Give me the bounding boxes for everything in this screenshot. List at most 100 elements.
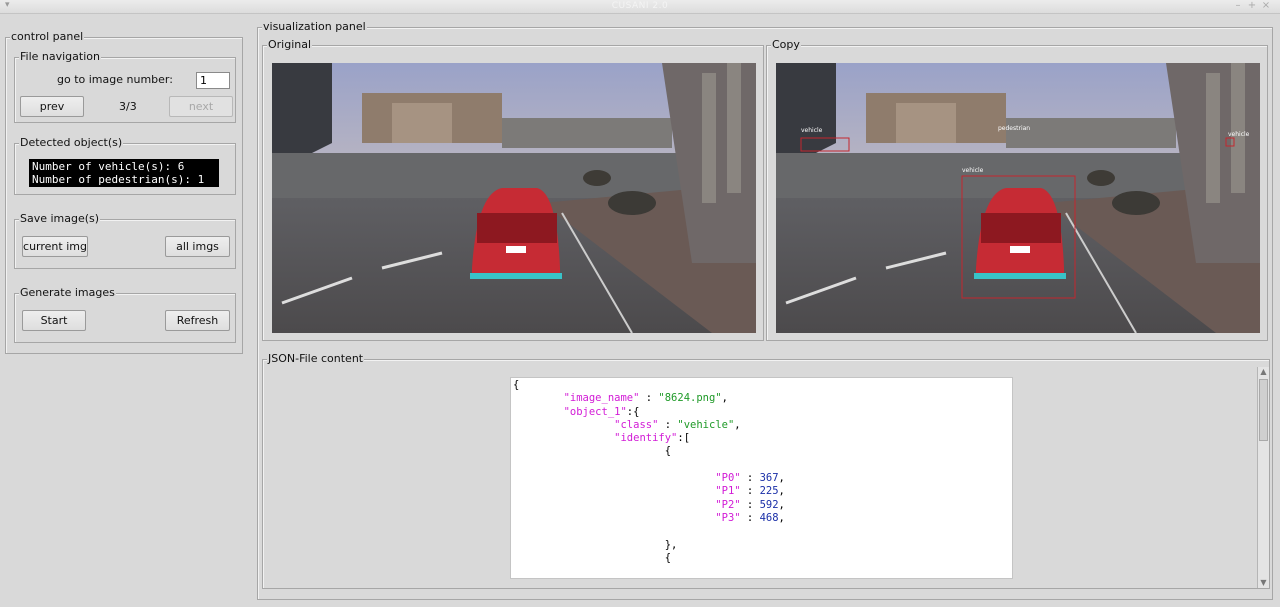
json-token: 225 — [759, 485, 779, 498]
image-counter: 3/3 — [119, 100, 137, 113]
json-line — [513, 565, 1010, 578]
save-images-title: Save image(s) — [19, 212, 101, 226]
json-line — [513, 459, 1010, 472]
copy-scene-svg: vehicle pedestrian vehicle vehicle — [776, 63, 1260, 333]
control-panel: control panel File navigation go to imag… — [5, 30, 243, 354]
json-token: , — [778, 511, 785, 524]
original-image-group: Original — [262, 38, 764, 341]
json-token: :[ — [677, 432, 691, 445]
goto-image-label: go to image number: — [57, 73, 173, 86]
json-token: { — [513, 551, 672, 564]
next-button[interactable]: next — [169, 96, 233, 117]
save-current-img-button[interactable]: current img — [22, 236, 88, 257]
json-line — [513, 525, 1010, 538]
json-line: "identify":[ — [513, 432, 1010, 445]
generate-images-group: Generate images Start Refresh — [14, 286, 236, 343]
json-line: { — [513, 379, 1010, 392]
visualization-panel-title: visualization panel — [262, 20, 367, 34]
json-line: "object_1":{ — [513, 406, 1010, 419]
bbox-label-vehicle-right: vehicle — [1228, 131, 1250, 138]
close-icon[interactable]: × — [1260, 0, 1272, 11]
json-content-text[interactable]: { "image_name" : "8624.png", "object_1":… — [510, 377, 1013, 579]
original-title: Original — [267, 38, 313, 52]
file-navigation-group: File navigation go to image number: prev… — [14, 50, 236, 123]
json-scrollbar[interactable]: ▲ ▼ — [1257, 367, 1269, 588]
vehicle-count: Number of vehicle(s): 6 — [32, 160, 185, 173]
visualization-panel: visualization panel Original Copy vehicl… — [257, 20, 1273, 600]
json-token: 1517 — [760, 578, 785, 579]
json-line: "P0" : 367, — [513, 472, 1010, 485]
json-token: : — [740, 498, 760, 511]
json-token: "identify" — [614, 432, 678, 445]
maximize-icon[interactable]: + — [1246, 0, 1258, 11]
json-token: "P2" — [715, 498, 741, 511]
json-token: "class" — [614, 418, 659, 431]
generate-images-title: Generate images — [19, 286, 116, 300]
json-line: }, — [513, 539, 1010, 552]
json-line: "P2" : 592, — [513, 499, 1010, 512]
json-token: , — [778, 498, 785, 511]
json-line: "class" : "vehicle", — [513, 419, 1010, 432]
json-token: { — [513, 379, 520, 391]
title-bar: ▾ CUSANI 2.0 – + × — [0, 0, 1280, 14]
json-token: : — [741, 578, 760, 579]
json-token: : — [740, 472, 760, 485]
detected-objects-title: Detected object(s) — [19, 136, 124, 150]
bbox-label-vehicle-car: vehicle — [962, 167, 984, 174]
json-token: , — [778, 485, 785, 498]
bbox-label-pedestrian: pedestrian — [998, 125, 1030, 132]
json-token: "P0" — [715, 578, 740, 579]
json-token: : — [740, 485, 760, 498]
file-navigation-title: File navigation — [19, 50, 101, 64]
prev-button[interactable]: prev — [20, 96, 84, 117]
json-line: { — [513, 445, 1010, 458]
json-line: { — [513, 552, 1010, 565]
original-image — [272, 63, 756, 333]
json-token: , — [778, 472, 785, 485]
json-line: "P3" : 468, — [513, 512, 1010, 525]
json-token: : — [658, 418, 678, 431]
refresh-button[interactable]: Refresh — [165, 310, 230, 331]
image-number-input[interactable] — [196, 72, 230, 89]
json-file-group: JSON-File content { "image_name" : "8624… — [262, 352, 1270, 589]
json-token: "P0" — [715, 472, 741, 485]
json-token: 367 — [759, 472, 779, 485]
json-token: : — [639, 392, 659, 405]
json-token: , — [721, 392, 728, 405]
save-all-imgs-button[interactable]: all imgs — [165, 236, 230, 257]
json-token: "vehicle" — [677, 418, 735, 431]
json-token: "object_1" — [563, 405, 627, 418]
minimize-icon[interactable]: – — [1232, 0, 1244, 11]
json-token: , — [785, 578, 791, 579]
json-token: "8624.png" — [658, 392, 722, 405]
window-title: CUSANI 2.0 — [611, 1, 669, 11]
copy-title: Copy — [771, 38, 801, 52]
copy-image: vehicle pedestrian vehicle vehicle — [776, 63, 1260, 333]
bbox-label-vehicle-left: vehicle — [801, 127, 823, 134]
copy-image-group: Copy vehicle pedestrian vehicle vehicle — [766, 38, 1268, 341]
scroll-up-icon[interactable]: ▲ — [1258, 367, 1269, 377]
scroll-thumb[interactable] — [1259, 379, 1268, 441]
json-token: "P3" — [715, 511, 741, 524]
json-token: "P1" — [715, 485, 741, 498]
json-line: "image_name" : "8624.png", — [513, 392, 1010, 405]
start-button[interactable]: Start — [22, 310, 86, 331]
json-token: { — [513, 445, 672, 458]
original-scene-svg — [272, 63, 756, 333]
detected-objects-group: Detected object(s) Number of vehicle(s):… — [14, 136, 236, 195]
json-token: "image_name" — [563, 392, 640, 405]
save-images-group: Save image(s) current img all imgs — [14, 212, 236, 269]
scroll-down-icon[interactable]: ▼ — [1258, 578, 1269, 588]
json-token: : — [740, 511, 760, 524]
json-token: 468 — [759, 511, 779, 524]
detected-objects-console: Number of vehicle(s): 6 Number of pedestr… — [29, 159, 219, 187]
